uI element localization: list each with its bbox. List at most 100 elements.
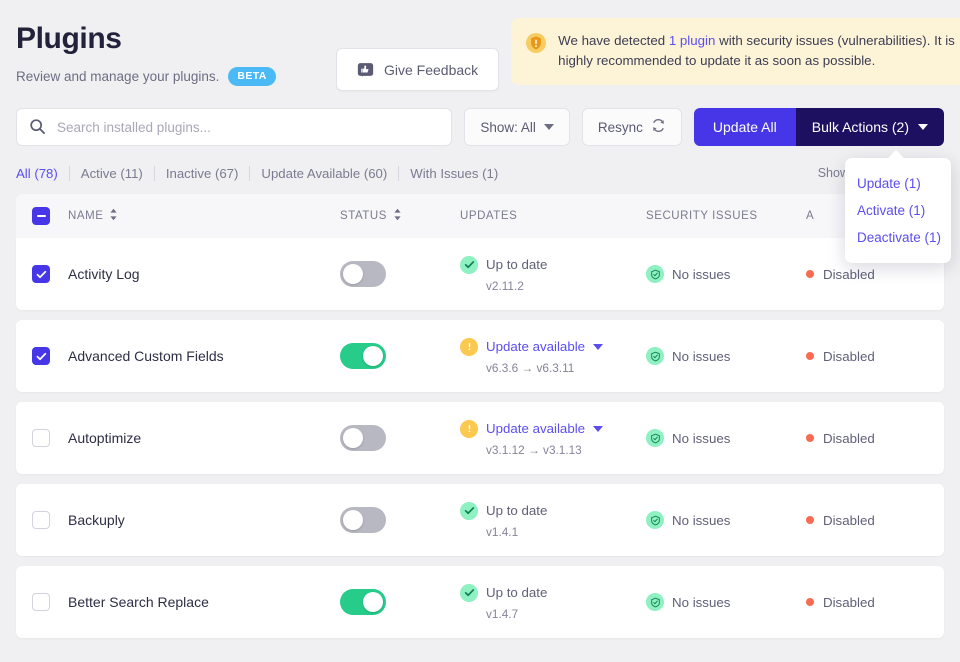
search-box <box>16 108 453 146</box>
chevron-down-icon[interactable] <box>593 343 604 350</box>
status-dot-icon <box>806 434 814 442</box>
give-feedback-label: Give Feedback <box>384 61 479 78</box>
plugin-name: Better Search Replace <box>68 594 209 610</box>
status-dot-icon <box>806 516 814 524</box>
status-dot-icon <box>806 352 814 360</box>
filter-tab-all[interactable]: All (78) <box>16 166 69 181</box>
column-header-status-label: STATUS <box>340 210 387 222</box>
toggle-knob <box>343 428 363 448</box>
search-input[interactable] <box>16 108 453 146</box>
auto-update-label: Disabled <box>823 512 875 528</box>
toggle-knob <box>343 510 363 530</box>
auto-update-cell: Disabled <box>806 349 944 364</box>
bulk-action-activate[interactable]: Activate (1) <box>845 197 951 224</box>
table-row: Activity Log Up to date v2.11.2 No issue… <box>16 238 944 310</box>
alert-plugin-link[interactable]: 1 plugin <box>669 33 716 48</box>
update-available-link[interactable]: Update available <box>486 421 585 436</box>
filter-tab-active[interactable]: Active (11) <box>70 166 154 181</box>
chevron-down-icon[interactable] <box>593 425 604 432</box>
shield-check-icon <box>646 265 664 283</box>
check-circle-icon <box>460 583 478 602</box>
thumbs-up-icon <box>357 61 374 78</box>
give-feedback-button[interactable]: Give Feedback <box>336 48 500 91</box>
status-cell <box>340 261 460 287</box>
bulk-actions-button[interactable]: Bulk Actions (2) <box>795 108 944 146</box>
column-header-name[interactable]: NAME <box>68 208 340 224</box>
plugin-status-toggle[interactable] <box>340 261 386 287</box>
shield-check-icon <box>646 511 664 529</box>
auto-update-cell: Disabled <box>806 431 944 446</box>
row-checkbox-cell <box>32 511 68 529</box>
bulk-action-update[interactable]: Update (1) <box>845 170 951 197</box>
filter-tab-update-available[interactable]: Update Available (60) <box>250 166 398 181</box>
row-checkbox[interactable] <box>32 511 50 529</box>
beta-badge: BETA <box>228 67 276 86</box>
plugin-name: Backuply <box>68 512 125 528</box>
security-cell: No issues <box>646 347 806 365</box>
shield-check-icon <box>646 593 664 611</box>
status-cell <box>340 343 460 369</box>
plugin-status-toggle[interactable] <box>340 425 386 451</box>
sort-arrows-icon <box>393 208 402 224</box>
update-all-button[interactable]: Update All <box>693 108 796 146</box>
bulk-actions-label: Bulk Actions (2) <box>811 119 909 135</box>
plugin-name: Autoptimize <box>68 430 142 446</box>
chevron-down-icon <box>543 124 554 130</box>
column-header-name-label: NAME <box>68 210 104 222</box>
chevron-down-icon <box>918 124 928 130</box>
security-alert-text: We have detected 1 plugin with security … <box>558 31 960 71</box>
updates-cell: Up to date v1.4.1 <box>460 501 646 539</box>
update-available-link[interactable]: Update available <box>486 339 585 354</box>
title-block: Plugins Review and manage your plugins. … <box>16 18 336 86</box>
filter-tab-with-issues[interactable]: With Issues (1) <box>399 166 509 181</box>
auto-update-cell: Disabled <box>806 267 944 282</box>
auto-update-label: Disabled <box>823 430 875 446</box>
resync-button[interactable]: Resync <box>581 108 682 146</box>
status-cell <box>340 589 460 615</box>
plugins-table: NAME STATUS UPDATES SECURITY ISSUES A Ac… <box>0 194 960 638</box>
table-row: Better Search Replace Up to date v1.4.7 <box>16 566 944 638</box>
select-all-cell <box>32 207 68 225</box>
shield-check-icon <box>646 429 664 447</box>
shield-warning-icon <box>525 32 547 59</box>
plugin-version: v1.4.7 <box>486 606 519 621</box>
security-cell: No issues <box>646 429 806 447</box>
search-icon <box>29 118 46 135</box>
table-row: Autoptimize Update available v3.1.12 → v… <box>16 402 944 474</box>
select-all-checkbox[interactable] <box>32 207 50 225</box>
check-circle-icon <box>460 255 478 274</box>
page-title: Plugins <box>16 22 122 55</box>
security-status-label: No issues <box>672 430 731 446</box>
check-icon <box>36 270 46 278</box>
row-checkbox-cell <box>32 347 68 365</box>
row-checkbox[interactable] <box>32 347 50 365</box>
update-status-label: Up to date <box>486 585 548 600</box>
plugin-status-toggle[interactable] <box>340 343 386 369</box>
column-header-updates: UPDATES <box>460 210 518 222</box>
show-filter-button[interactable]: Show: All <box>464 108 570 146</box>
dash-icon <box>36 215 46 217</box>
row-checkbox[interactable] <box>32 265 50 283</box>
bulk-action-deactivate[interactable]: Deactivate (1) <box>845 224 951 251</box>
column-header-status[interactable]: STATUS <box>340 208 460 224</box>
page-header: Plugins Review and manage your plugins. … <box>0 0 960 104</box>
filter-tab-inactive[interactable]: Inactive (67) <box>155 166 250 181</box>
toolbar: Show: All Resync Update All Bulk Actions… <box>0 108 960 146</box>
plugin-version: v3.1.12 → v3.1.13 <box>486 442 582 457</box>
update-status-label: Up to date <box>486 503 548 518</box>
row-checkbox[interactable] <box>32 593 50 611</box>
status-dot-icon <box>806 270 814 278</box>
filter-tabs: All (78) Active (11) Inactive (67) Updat… <box>16 165 509 181</box>
alert-text-before: We have detected <box>558 33 669 48</box>
updates-cell: Up to date v2.11.2 <box>460 255 646 293</box>
status-cell <box>340 425 460 451</box>
updates-cell: Update available v6.3.6 → v6.3.11 <box>460 337 646 375</box>
row-checkbox-cell <box>32 265 68 283</box>
updates-cell: Update available v3.1.12 → v3.1.13 <box>460 419 646 457</box>
plugin-status-toggle[interactable] <box>340 507 386 533</box>
auto-update-cell: Disabled <box>806 513 944 528</box>
plugin-version: v6.3.6 → v6.3.11 <box>486 360 575 375</box>
row-checkbox[interactable] <box>32 429 50 447</box>
bulk-actions-dropdown-menu: Update (1) Activate (1) Deactivate (1) <box>845 150 951 263</box>
plugin-status-toggle[interactable] <box>340 589 386 615</box>
